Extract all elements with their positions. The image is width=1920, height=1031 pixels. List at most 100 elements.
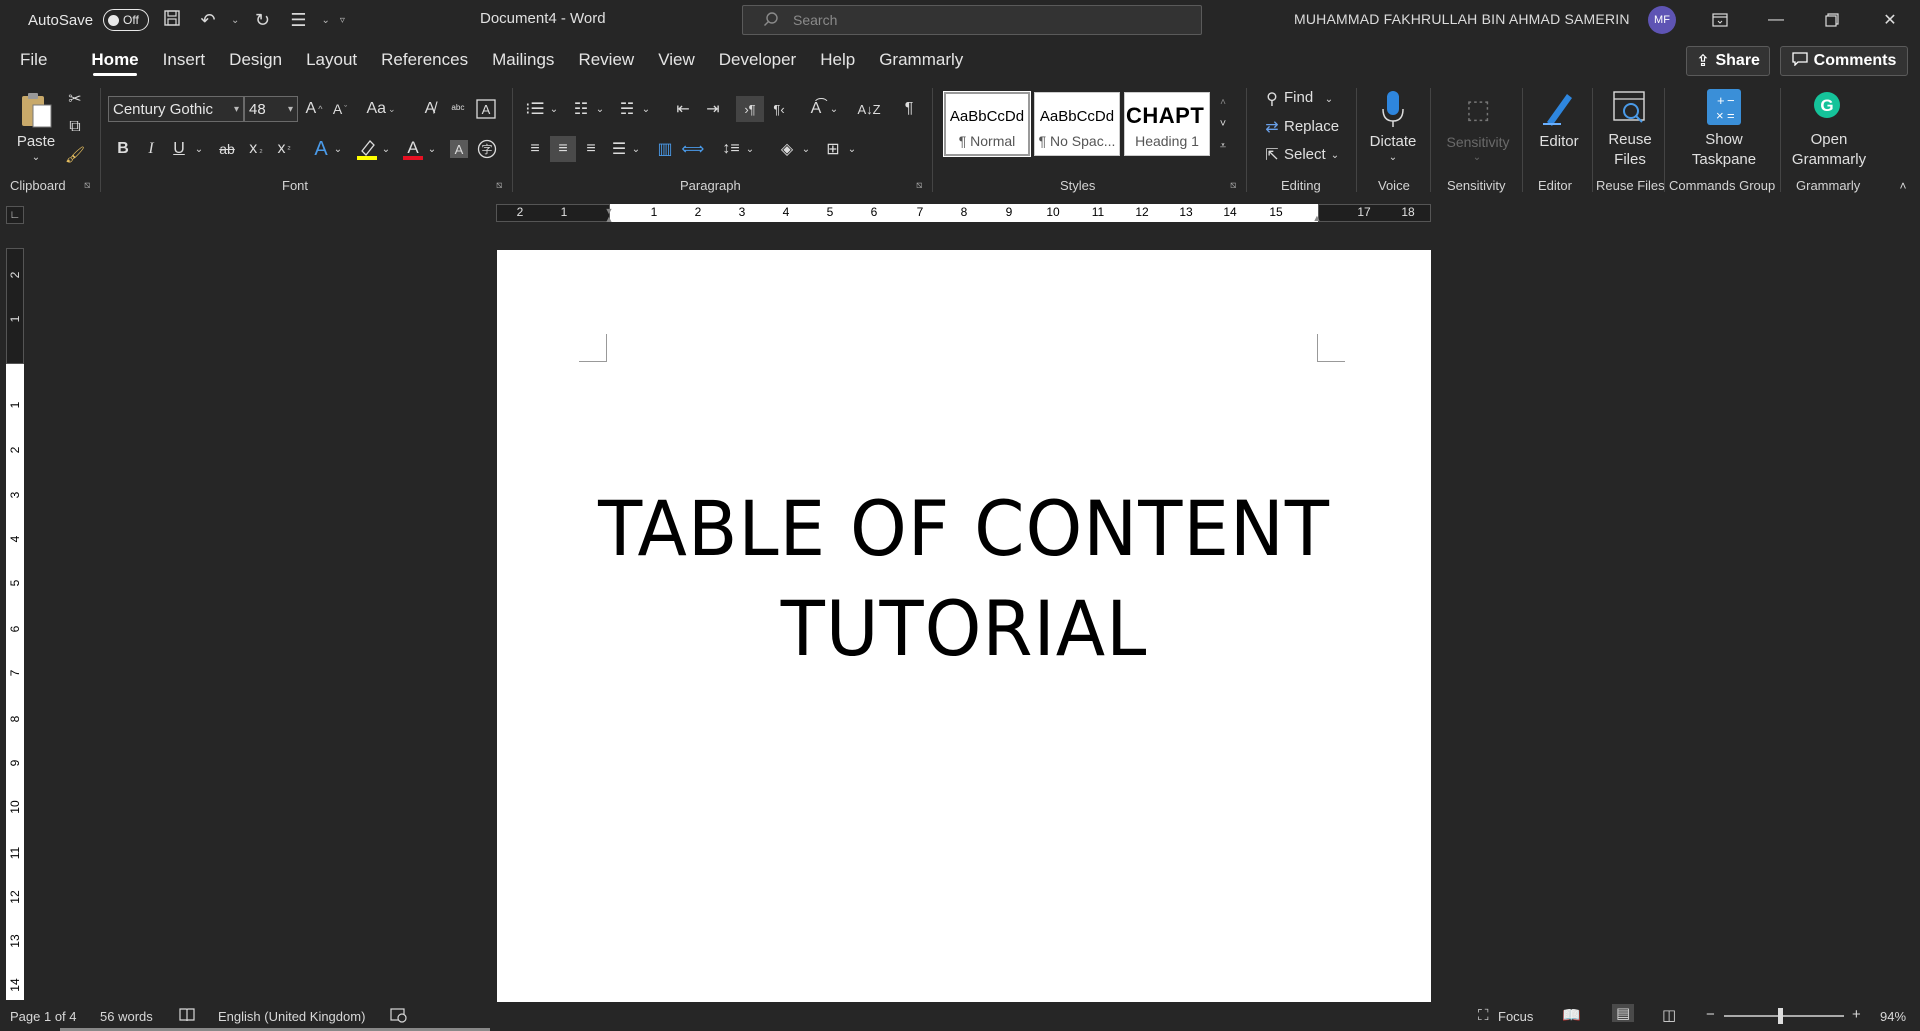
ltr-text-direction-icon[interactable]: ›¶ [736,96,764,122]
editor-label[interactable]: Editor [1534,132,1584,152]
editor-pen-icon[interactable] [1540,86,1576,130]
tab-design[interactable]: Design [217,40,294,80]
line-spacing-icon[interactable]: ↕≡ [718,136,744,162]
enclose-characters-icon[interactable]: 字 [476,136,498,162]
grammarly-icon[interactable]: G [1812,90,1842,120]
change-case-icon[interactable]: Aa ⌄ [362,96,400,122]
open-grammarly-label-2[interactable]: Grammarly [1784,150,1874,170]
web-layout-icon[interactable]: ◫ [1662,1006,1676,1024]
styles-more-icon[interactable]: ⩡ [1214,136,1232,156]
tab-references[interactable]: References [369,40,480,80]
find-dropdown-icon[interactable]: ⌄ [1322,90,1336,108]
redo-icon[interactable]: ↻ [249,10,275,31]
font-name-box[interactable]: Century Gothic ▾ [108,96,244,122]
minimize-icon[interactable]: — [1756,6,1796,34]
borders-icon[interactable]: ⊞ [820,136,846,162]
decrease-indent-icon[interactable]: ⇤ [670,96,696,122]
undo-icon[interactable]: ↶ [195,10,221,31]
paste-icon[interactable] [18,90,54,132]
reuse-files-label-1[interactable]: Reuse [1604,130,1656,150]
document-page[interactable]: TABLE OF CONTENT TUTORIAL [497,250,1431,1002]
share-button[interactable]: ⇪ Share [1686,46,1770,76]
underline-icon[interactable]: U [168,136,190,162]
tab-file[interactable]: File [0,40,59,80]
italic-icon[interactable]: I [140,136,162,162]
borders-dropdown-icon[interactable]: ⌄ [846,136,858,162]
customize-qat-icon[interactable]: ▿ [340,15,345,26]
clipboard-launcher-icon[interactable]: ⧅ [84,180,90,191]
text-direction-dropdown-icon[interactable]: ⌄ [828,96,840,122]
text-effects-icon[interactable]: A [308,136,334,162]
bullets-dropdown-icon[interactable]: ⌄ [548,96,560,122]
sensitivity-label[interactable]: Sensitivity [1440,132,1516,152]
columns-icon[interactable]: ▥ [652,136,678,162]
tab-insert[interactable]: Insert [151,40,218,80]
shading-dropdown-icon[interactable]: ⌄ [800,136,812,162]
avatar[interactable]: MF [1648,6,1676,34]
justify-icon[interactable]: ☰ [606,136,632,162]
show-taskpane-icon[interactable]: + − × = [1704,86,1744,128]
tab-layout[interactable]: Layout [294,40,369,80]
zoom-slider-thumb[interactable] [1778,1008,1783,1024]
cut-icon[interactable]: ✂ [64,88,86,110]
tab-help[interactable]: Help [808,40,867,80]
underline-dropdown-icon[interactable]: ⌄ [192,136,206,162]
show-formatting-icon[interactable]: ¶ [896,96,922,122]
justify-dropdown-icon[interactable]: ⌄ [630,136,642,162]
highlight-icon[interactable] [354,134,380,164]
tab-view[interactable]: View [646,40,707,80]
replace-icon[interactable]: ⇄ [1262,116,1282,138]
phonetic-guide-icon[interactable]: ᵃᵇᶜ [446,96,470,122]
dictate-dropdown-icon[interactable]: ⌄ [1386,150,1400,164]
find-icon[interactable]: ⚲ [1262,88,1282,110]
style-no-spacing[interactable]: AaBbCcDd ¶ No Spac... [1034,92,1120,156]
restore-icon[interactable] [1812,6,1852,34]
collapse-ribbon-icon[interactable]: ˄ [1894,178,1912,194]
replace-label[interactable]: Replace [1284,117,1339,137]
character-border-icon[interactable]: A [474,96,498,122]
shrink-font-icon[interactable]: Aˇ [328,96,352,122]
zoom-level[interactable]: 94% [1880,1009,1906,1024]
select-label[interactable]: Select [1284,145,1326,165]
open-grammarly-label-1[interactable]: Open [1784,130,1874,150]
line-spacing-dropdown-icon[interactable]: ⌄ [744,136,756,162]
select-dropdown-icon[interactable]: ⌄ [1328,146,1342,164]
tab-selector-icon[interactable]: ∟ [6,206,24,224]
tab-review[interactable]: Review [566,40,646,80]
format-painter-icon[interactable]: 🖌 [64,144,86,166]
numbering-icon[interactable]: ☰ [285,10,311,31]
close-icon[interactable]: ✕ [1870,6,1910,34]
word-count[interactable]: 56 words [100,1009,153,1024]
focus-label[interactable]: Focus [1498,1009,1533,1024]
align-left-icon[interactable]: ≡ [522,136,548,162]
show-taskpane-label-2[interactable]: Taskpane [1688,150,1760,170]
save-icon[interactable] [159,9,185,32]
grow-font-icon[interactable]: A ^ [302,96,326,122]
align-center-icon[interactable]: ≡ [550,136,576,162]
indent-marker-icon[interactable]: ▼ ▲ [602,202,616,228]
shading-icon[interactable]: ◈ [774,136,800,162]
style-heading-1[interactable]: CHAPT Heading 1 [1124,92,1210,156]
align-right-icon[interactable]: ≡ [578,136,604,162]
font-launcher-icon[interactable]: ⧅ [496,180,502,191]
show-taskpane-label-1[interactable]: Show [1688,130,1760,150]
find-label[interactable]: Find [1284,88,1313,108]
sort-icon[interactable]: A↓Z [856,96,882,122]
paste-dropdown-icon[interactable]: ⌄ [28,150,44,164]
styles-scroll-up-icon[interactable]: ˄ [1214,92,1232,112]
zoom-in-icon[interactable]: + [1852,1006,1861,1023]
dictate-label[interactable]: Dictate [1364,132,1422,152]
bullets-icon[interactable]: ⁝☰ [522,96,548,122]
user-name[interactable]: MUHAMMAD FAKHRULLAH BIN AHMAD SAMERIN [1294,11,1630,27]
select-cursor-icon[interactable]: ⇱ [1262,144,1282,166]
page-count[interactable]: Page 1 of 4 [10,1009,77,1024]
read-mode-icon[interactable]: 📖 [1562,1006,1581,1024]
search-box[interactable]: Search [742,5,1202,35]
clear-formatting-icon[interactable]: A̸ [418,96,442,122]
sensitivity-icon[interactable]: ⬚ [1460,88,1496,130]
increase-indent-icon[interactable]: ⇥ [700,96,726,122]
font-color-dropdown-icon[interactable]: ⌄ [426,136,438,162]
undo-dropdown-icon[interactable]: ⌄ [231,15,239,26]
font-size-box[interactable]: 48 ▾ [244,96,298,122]
autosave-toggle[interactable]: Off [103,9,150,31]
